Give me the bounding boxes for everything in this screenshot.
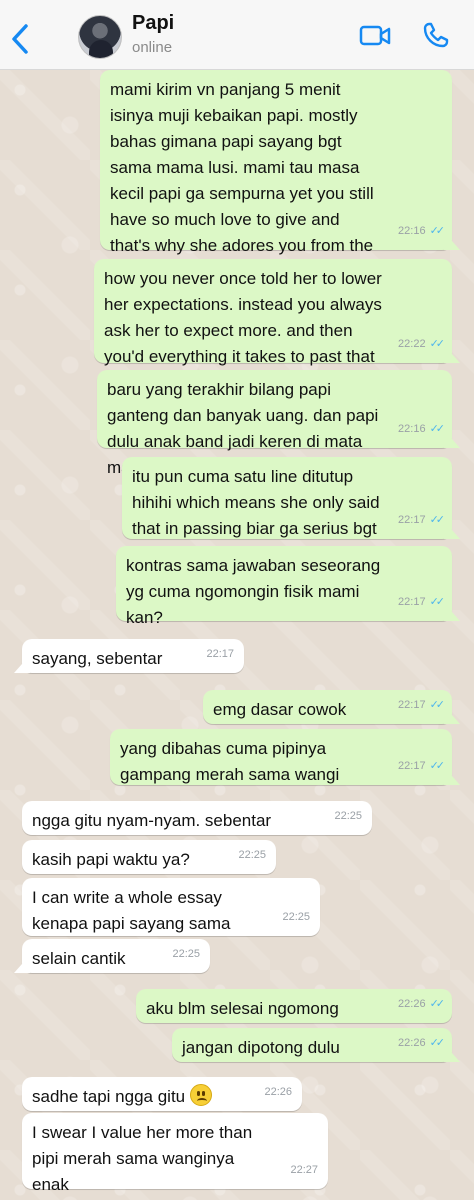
message-text: how you never once told her to lower her…: [104, 269, 382, 366]
outgoing-message[interactable]: how you never once told her to lower her…: [94, 259, 452, 366]
message-time: 22:17: [206, 648, 234, 660]
read-receipt-icon: ✓✓: [429, 595, 446, 608]
message-text: jangan dipotong dulu: [182, 1038, 340, 1057]
message-text: sayang, sebentar: [32, 649, 163, 668]
incoming-message[interactable]: sayang, sebentar 22:17: [22, 639, 244, 673]
video-call-icon[interactable]: [358, 22, 392, 50]
message-time: 22:17: [398, 514, 426, 526]
back-arrow-icon[interactable]: [8, 22, 32, 56]
message-time: 22:25: [238, 849, 266, 861]
message-meta: 22:25: [334, 803, 362, 829]
contact-avatar[interactable]: [78, 15, 122, 59]
incoming-message[interactable]: sadhe tapi ngga gitu 22:26: [22, 1077, 302, 1111]
message-text: ngga gitu nyam-nyam. sebentar: [32, 811, 272, 830]
message-text: sadhe tapi ngga gitu: [32, 1084, 212, 1106]
message-time: 22:25: [334, 810, 362, 822]
message-text: yang dibahas cuma pipinya gampang merah …: [120, 739, 340, 784]
message-text: selain cantik: [32, 949, 126, 968]
message-time: 22:16: [398, 423, 426, 435]
message-meta: 22:25: [238, 842, 266, 868]
contact-name[interactable]: Papi: [132, 12, 174, 35]
read-receipt-icon: ✓✓: [429, 759, 446, 772]
frowning-face-icon: [189, 1084, 212, 1106]
read-receipt-icon: ✓✓: [429, 1036, 446, 1049]
message-time: 22:16: [398, 225, 426, 237]
message-text: itu pun cuma satu line ditutup hihihi wh…: [132, 467, 380, 538]
outgoing-message[interactable]: jangan dipotong dulu 22:26 ✓✓: [172, 1028, 452, 1062]
message-meta: 22:17: [206, 641, 234, 667]
message-meta: 22:16 ✓✓: [398, 416, 446, 442]
outgoing-message[interactable]: baru yang terakhir bilang papi ganteng d…: [97, 370, 452, 477]
message-time: 22:27: [290, 1164, 318, 1176]
chat-header: Papi online: [0, 0, 474, 70]
read-receipt-icon: ✓✓: [429, 997, 446, 1010]
incoming-message[interactable]: selain cantik 22:25: [22, 939, 210, 973]
message-text: mami kirim vn panjang 5 menit isinya muj…: [110, 80, 374, 281]
outgoing-message[interactable]: mami kirim vn panjang 5 menit isinya muj…: [100, 70, 452, 281]
message-time: 22:17: [398, 596, 426, 608]
message-time: 22:17: [398, 699, 426, 711]
outgoing-message[interactable]: itu pun cuma satu line ditutup hihihi wh…: [122, 457, 452, 539]
read-receipt-icon: ✓✓: [429, 698, 446, 711]
outgoing-message[interactable]: aku blm selesai ngomong 22:26 ✓✓: [136, 989, 452, 1023]
message-time: 22:17: [398, 760, 426, 772]
message-meta: 22:27: [290, 1157, 318, 1183]
message-meta: 22:17 ✓✓: [398, 589, 446, 615]
message-time: 22:25: [172, 948, 200, 960]
message-text: I swear I value her more than pipi merah…: [32, 1123, 253, 1194]
contact-status: online: [132, 39, 173, 56]
outgoing-message[interactable]: kontras sama jawaban seseorang yg cuma n…: [116, 546, 452, 627]
message-meta: 22:26 ✓✓: [398, 991, 446, 1017]
message-text: kontras sama jawaban seseorang yg cuma n…: [126, 556, 381, 627]
incoming-message[interactable]: I swear I value her more than pipi merah…: [22, 1113, 328, 1194]
incoming-message[interactable]: ngga gitu nyam-nyam. sebentar 22:25: [22, 801, 372, 835]
incoming-message[interactable]: kasih papi waktu ya? 22:25: [22, 840, 276, 874]
message-text: emg dasar cowok: [213, 700, 347, 719]
message-time: 22:22: [398, 338, 426, 350]
message-text: kasih papi waktu ya?: [32, 850, 190, 869]
message-meta: 22:22 ✓✓: [398, 331, 446, 357]
chat-scroll-area[interactable]: mami kirim vn panjang 5 menit isinya muj…: [0, 70, 474, 1200]
message-meta: 22:17 ✓✓: [398, 753, 446, 779]
message-time: 22:26: [398, 1037, 426, 1049]
message-meta: 22:17 ✓✓: [398, 507, 446, 533]
read-receipt-icon: ✓✓: [429, 337, 446, 350]
message-meta: 22:26 ✓✓: [398, 1030, 446, 1056]
message-meta: 22:25: [282, 904, 310, 930]
message-meta: 22:17 ✓✓: [398, 692, 446, 718]
read-receipt-icon: ✓✓: [429, 422, 446, 435]
outgoing-message[interactable]: emg dasar cowok 22:17 ✓✓: [203, 690, 452, 724]
message-text: aku blm selesai ngomong: [146, 999, 339, 1018]
phone-call-icon[interactable]: [421, 20, 451, 50]
incoming-message[interactable]: I can write a whole essay kenapa papi sa…: [22, 878, 320, 959]
message-time: 22:26: [264, 1086, 292, 1098]
read-receipt-icon: ✓✓: [429, 224, 446, 237]
message-meta: 22:16 ✓✓: [398, 218, 446, 244]
message-text-content: sadhe tapi ngga gitu: [32, 1087, 186, 1106]
message-meta: 22:25: [172, 941, 200, 967]
message-time: 22:25: [282, 911, 310, 923]
message-meta: 22:26: [264, 1079, 292, 1105]
outgoing-message[interactable]: yang dibahas cuma pipinya gampang merah …: [110, 729, 452, 785]
message-time: 22:26: [398, 998, 426, 1010]
read-receipt-icon: ✓✓: [429, 513, 446, 526]
